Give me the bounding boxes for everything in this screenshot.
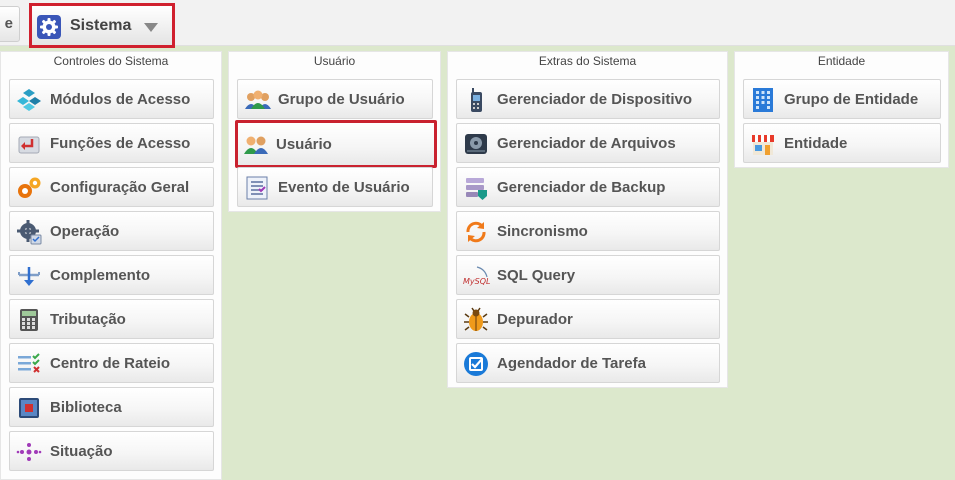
menu-item-situacao[interactable]: Situação: [9, 431, 214, 471]
chevron-down-icon: [144, 23, 158, 32]
menu-item-label: Complemento: [50, 267, 151, 284]
backup-icon: [463, 175, 489, 201]
panel-entidade: Entidade Grupo de Entidade Entidade: [734, 51, 949, 168]
menu-item-operacao[interactable]: Operação: [9, 211, 214, 251]
event-list-icon: [244, 175, 270, 201]
modules-icon: [16, 87, 42, 113]
access-functions-icon: [16, 131, 42, 157]
menu-item-usuario[interactable]: Usuário: [235, 120, 437, 168]
panel-usuario: Usuário Grupo de Usuário Usuário Evento …: [228, 51, 441, 212]
menu-item-tributacao[interactable]: Tributação: [9, 299, 214, 339]
library-icon: [16, 395, 42, 421]
menu-item-funcoes-de-acesso[interactable]: Funções de Acesso: [9, 123, 214, 163]
menu-item-label: Configuração Geral: [50, 179, 190, 196]
user-group-icon: [244, 87, 271, 113]
menu-item-label: Biblioteca: [50, 399, 122, 416]
store-icon: [750, 131, 776, 157]
menu-item-evento-de-usuario[interactable]: Evento de Usuário: [237, 167, 433, 207]
menu-item-label: Funções de Acesso: [50, 135, 191, 152]
menu-item-label: Agendador de Tarefa: [497, 355, 646, 372]
bug-icon: [463, 307, 489, 333]
menu-item-label: Evento de Usuário: [278, 179, 410, 196]
panel-controles-do-sistema: Controles do Sistema Módulos de Acesso F…: [0, 51, 222, 480]
menu-item-entidade[interactable]: Entidade: [743, 123, 941, 163]
users-icon: [242, 132, 268, 158]
previous-menu-tab[interactable]: e: [0, 6, 20, 42]
panel-title: Usuário: [313, 54, 356, 68]
menu-item-label: Operação: [50, 223, 120, 240]
menu-item-grupo-de-usuario[interactable]: Grupo de Usuário: [237, 79, 433, 119]
panel-title: Controles do Sistema: [53, 54, 169, 68]
scheduler-check-icon: [463, 351, 489, 377]
menu-item-biblioteca[interactable]: Biblioteca: [9, 387, 214, 427]
checklist-icon: [16, 351, 42, 377]
menu-item-label: Grupo de Entidade: [784, 91, 919, 108]
situation-icon: [16, 439, 42, 465]
menu-item-sql-query[interactable]: MySQL SQL Query: [456, 255, 720, 295]
menu-item-depurador[interactable]: Depurador: [456, 299, 720, 339]
top-toolbar: e Sistema: [0, 0, 955, 48]
mysql-icon: MySQL: [463, 263, 490, 289]
menu-item-label: Depurador: [497, 311, 573, 328]
menu-item-gerenciador-de-dispositivo[interactable]: Gerenciador de Dispositivo: [456, 79, 720, 119]
menu-item-label: Módulos de Acesso: [50, 91, 191, 108]
menu-item-label: Sincronismo: [497, 223, 588, 240]
menu-item-label: Grupo de Usuário: [278, 91, 405, 108]
menu-item-sincronismo[interactable]: Sincronismo: [456, 211, 720, 251]
menu-item-complemento[interactable]: Complemento: [9, 255, 214, 295]
menu-item-centro-de-rateio[interactable]: Centro de Rateio: [9, 343, 214, 383]
panel-title: Extras do Sistema: [538, 54, 637, 68]
menu-item-label: Gerenciador de Backup: [497, 179, 666, 196]
menu-item-grupo-de-entidade[interactable]: Grupo de Entidade: [743, 79, 941, 119]
calculator-icon: [16, 307, 42, 333]
building-icon: [750, 87, 776, 113]
sistema-menu-label: Sistema: [70, 17, 132, 34]
menu-item-label: Gerenciador de Dispositivo: [497, 91, 693, 108]
gears-icon: [16, 175, 42, 201]
svg-text:MySQL: MySQL: [463, 277, 490, 286]
menu-item-label: Centro de Rateio: [50, 355, 171, 372]
menu-item-gerenciador-de-arquivos[interactable]: Gerenciador de Arquivos: [456, 123, 720, 163]
settings-gear-icon: [37, 15, 61, 39]
menu-item-label: Situação: [50, 443, 113, 460]
menu-item-label: Tributação: [50, 311, 126, 328]
complement-icon: [16, 263, 42, 289]
menu-item-configuracao-geral[interactable]: Configuração Geral: [9, 167, 214, 207]
menu-item-gerenciador-de-backup[interactable]: Gerenciador de Backup: [456, 167, 720, 207]
panel-title: Entidade: [817, 54, 866, 68]
menu-item-label: SQL Query: [497, 267, 576, 284]
menu-item-label: Gerenciador de Arquivos: [497, 135, 676, 152]
sync-icon: [463, 219, 489, 245]
device-icon: [463, 87, 489, 113]
panel-extras-do-sistema: Extras do Sistema Gerenciador de Disposi…: [447, 51, 728, 388]
sistema-menu-button[interactable]: Sistema: [29, 3, 175, 48]
operation-gear-icon: [16, 219, 42, 245]
disk-icon: [463, 131, 489, 157]
menu-item-modulos-de-acesso[interactable]: Módulos de Acesso: [9, 79, 214, 119]
menu-item-label: Entidade: [784, 135, 848, 152]
menu-item-label: Usuário: [276, 136, 332, 153]
menu-item-agendador-de-tarefa[interactable]: Agendador de Tarefa: [456, 343, 720, 383]
